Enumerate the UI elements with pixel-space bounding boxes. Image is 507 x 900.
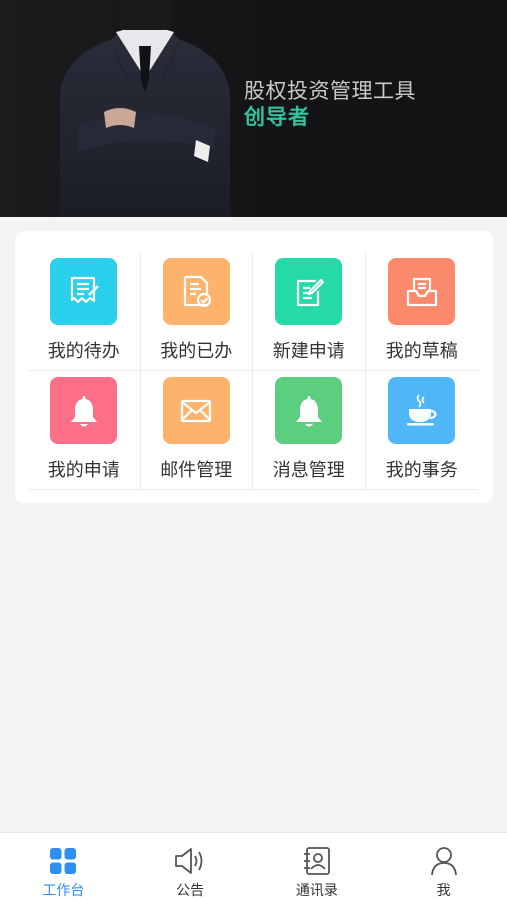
draft-icon bbox=[388, 258, 456, 325]
menu-label: 邮件管理 bbox=[160, 460, 233, 481]
tab-contacts[interactable]: 通讯录 bbox=[254, 833, 381, 900]
menu-item-new-request[interactable]: 新建申请 bbox=[253, 252, 366, 371]
menu-item-todo[interactable]: 我的待办 bbox=[28, 252, 141, 371]
menu-grid: 我的待办 我的已办 新建申请 我的草稿 我的申请 邮件管理 消息管理 我的事务 bbox=[28, 252, 478, 490]
menu-label: 消息管理 bbox=[272, 460, 345, 481]
coffee-icon bbox=[388, 377, 456, 444]
mail-icon bbox=[162, 377, 230, 444]
menu-label: 我的申请 bbox=[47, 460, 120, 481]
menu-label: 新建申请 bbox=[272, 341, 345, 362]
workbench-page: 股权投资管理工具 创导者 我的待办 我的已办 新建申请 我的草稿 我的申请 邮件… bbox=[0, 0, 507, 900]
banner: 股权投资管理工具 创导者 bbox=[0, 0, 507, 217]
bell-icon bbox=[50, 377, 118, 444]
bell-icon bbox=[275, 377, 343, 444]
done-icon bbox=[162, 258, 230, 325]
menu-item-draft[interactable]: 我的草稿 bbox=[365, 252, 478, 371]
bottom-tab-bar: 工作台 公告 通讯录 我 bbox=[0, 832, 507, 900]
menu-item-affairs[interactable]: 我的事务 bbox=[365, 371, 478, 490]
todo-icon bbox=[50, 258, 118, 325]
businessman-image bbox=[60, 0, 230, 217]
tab-label: 公告 bbox=[176, 883, 205, 899]
menu-label: 我的草稿 bbox=[385, 341, 458, 362]
new-request-icon bbox=[275, 258, 343, 325]
user-icon bbox=[428, 845, 460, 877]
tab-label: 通讯录 bbox=[295, 883, 338, 899]
menu-item-mail[interactable]: 邮件管理 bbox=[140, 371, 253, 490]
tab-workbench[interactable]: 工作台 bbox=[0, 833, 127, 900]
tab-announcements[interactable]: 公告 bbox=[127, 833, 254, 900]
menu-item-my-request[interactable]: 我的申请 bbox=[28, 371, 141, 490]
tab-me[interactable]: 我 bbox=[380, 833, 507, 900]
menu-label: 我的事务 bbox=[385, 460, 458, 481]
menu-label: 我的待办 bbox=[47, 341, 120, 362]
tab-label: 我 bbox=[436, 883, 451, 899]
menu-item-message[interactable]: 消息管理 bbox=[253, 371, 366, 490]
menu-label: 我的已办 bbox=[160, 341, 233, 362]
tab-label: 工作台 bbox=[42, 883, 85, 899]
grid-icon bbox=[47, 845, 79, 877]
banner-subtitle: 创导者 bbox=[244, 105, 310, 129]
speaker-icon bbox=[174, 845, 206, 877]
contacts-icon bbox=[301, 845, 333, 877]
menu-item-done[interactable]: 我的已办 bbox=[140, 252, 253, 371]
